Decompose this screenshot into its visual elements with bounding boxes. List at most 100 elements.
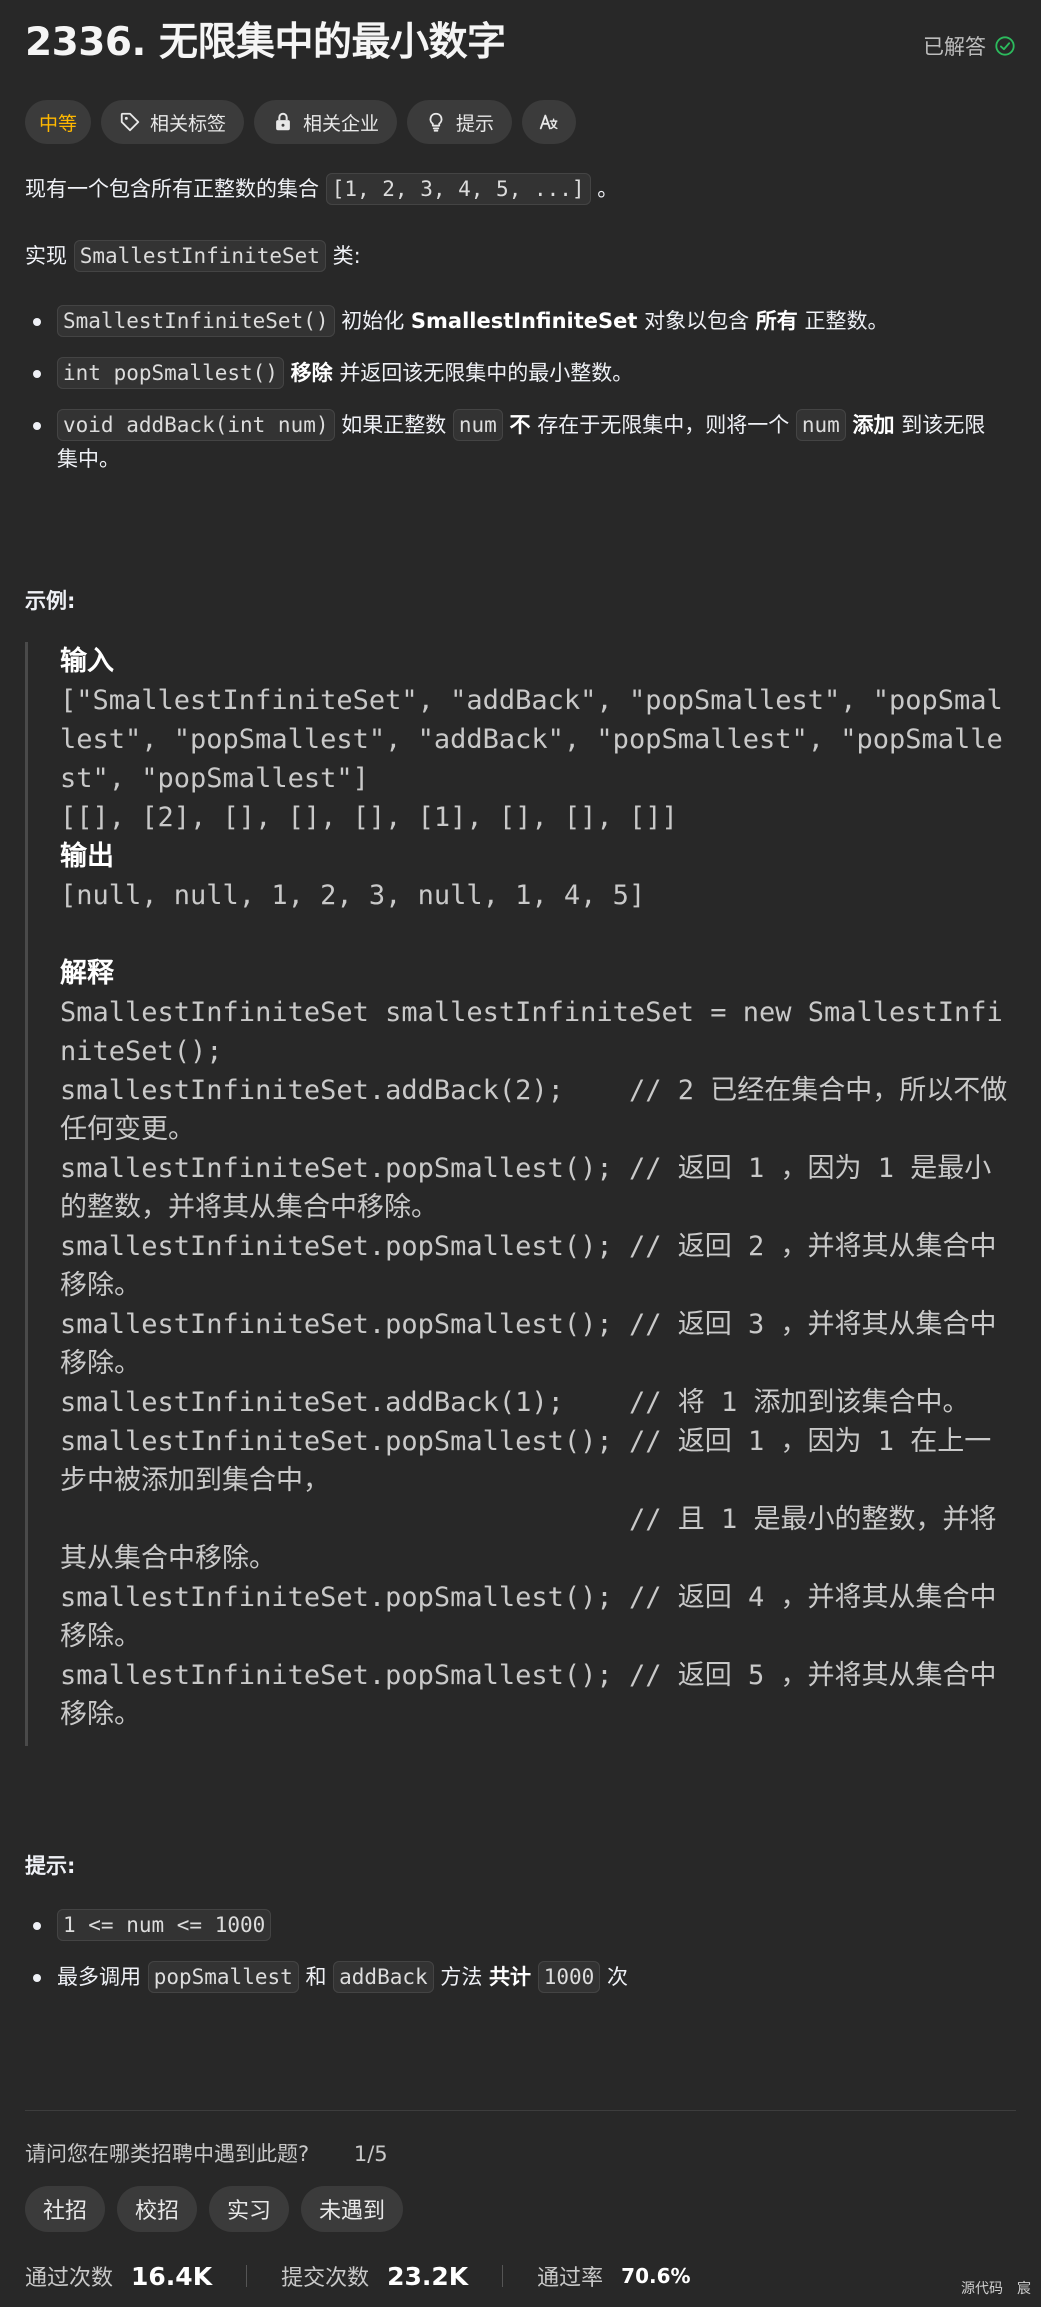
output-line: [null, null, 1, 2, 3, null, 1, 4, 5] [60, 880, 646, 911]
solved-status: 已解答 [923, 31, 1016, 61]
intro-text: 现有一个包含所有正整数的集合 [25, 177, 319, 201]
survey-question-text: 请问您在哪类招聘中遇到此题? [25, 2142, 310, 2166]
impl-end: 类: [332, 244, 361, 268]
related-companies-button[interactable]: 相关企业 [254, 100, 398, 144]
method-list: SmallestInfiniteSet() 初始化 SmallestInfini… [25, 304, 1005, 494]
text: 最多调用 [57, 1965, 141, 1989]
stats-bar: 通过次数 16.4K 提交次数 23.2K 通过率 70.6% [25, 2260, 691, 2292]
lock-icon [276, 112, 290, 131]
text: 对象以包含 [644, 309, 750, 333]
survey-option-none[interactable]: 未遇到 [301, 2186, 404, 2232]
tag-icon [120, 112, 140, 132]
divider [502, 2265, 504, 2287]
explain-line: smallestInfiniteSet.popSmallest(); // 返回… [60, 1426, 992, 1496]
list-item: SmallestInfiniteSet() 初始化 SmallestInfini… [25, 304, 1005, 338]
intro-end: 。 [597, 177, 619, 201]
explain-line: smallestInfiniteSet.popSmallest(); // 返回… [60, 1309, 997, 1379]
intro-code: [1, 2, 3, 4, 5, ...] [325, 173, 591, 205]
survey-option-campus[interactable]: 校招 [117, 2186, 198, 2232]
explain-line: smallestInfiniteSet.popSmallest(); // 返回… [60, 1153, 992, 1223]
impl-paragraph: 实现 SmallestInfiniteSet 类: [25, 240, 361, 272]
survey-option-intern[interactable]: 实习 [209, 2186, 290, 2232]
example-block: 输入 ["SmallestInfiniteSet", "addBack", "p… [25, 642, 1015, 1746]
accepted-value: 16.4K [131, 2261, 213, 2291]
translate-icon [539, 114, 558, 130]
explain-line: smallestInfiniteSet.popSmallest(); // 返回… [60, 1582, 997, 1652]
inline-code: popSmallest [147, 1961, 299, 1993]
impl-code: SmallestInfiniteSet [73, 240, 326, 272]
divider [25, 2110, 1016, 2111]
explain-line: smallestInfiniteSet.addBack(1); // 将 1 添… [60, 1387, 970, 1418]
problem-title: 2336. 无限集中的最小数字 [25, 20, 506, 65]
translate-button[interactable] [522, 100, 577, 144]
list-item: void addBack(int num) 如果正整数 num 不 存在于无限集… [25, 408, 1005, 476]
explain-label: 解释 [60, 958, 114, 989]
submissions-label: 提交次数 [281, 2266, 370, 2291]
constraints-heading: 提示: [25, 1854, 76, 1878]
hint-button[interactable]: 提示 [407, 100, 513, 144]
input-line: [[], [2], [], [], [], [1], [], [], []] [60, 802, 678, 833]
difficulty-badge[interactable]: 中等 [25, 100, 92, 144]
text: 正整数。 [804, 309, 889, 333]
inline-code: 1000 [537, 1961, 601, 1993]
example-heading: 示例: [25, 589, 76, 613]
difficulty-label: 中等 [39, 112, 78, 135]
solved-label: 已解答 [923, 35, 986, 59]
text: 如果正整数 [341, 413, 447, 437]
text: 和 [305, 1965, 327, 1989]
input-label: 输入 [60, 646, 114, 677]
list-item: int popSmallest() 移除 并返回该无限集中的最小整数。 [25, 356, 1005, 390]
survey-question: 请问您在哪类招聘中遇到此题? 1/5 [25, 2138, 388, 2168]
input-line: ["SmallestInfiniteSet", "addBack", "popS… [60, 685, 1003, 794]
bold-text: 所有 [755, 309, 798, 333]
inline-code: addBack [333, 1961, 434, 1993]
explain-line: smallestInfiniteSet.popSmallest(); // 返回… [60, 1231, 997, 1301]
related-tags-button[interactable]: 相关标签 [101, 100, 245, 144]
impl-text: 实现 [25, 244, 67, 268]
rate-label: 通过率 [537, 2266, 604, 2291]
text: 并返回该无限集中的最小整数。 [339, 361, 634, 385]
footer: 源代码 宸 [961, 2278, 1031, 2298]
method-code: int popSmallest() [57, 357, 284, 389]
accepted-label: 通过次数 [25, 2266, 114, 2291]
output-label: 输出 [60, 841, 114, 872]
text: 初始化 [341, 309, 405, 333]
submissions-value: 23.2K [387, 2261, 469, 2291]
inline-code: num [452, 409, 503, 441]
related-tags-label: 相关标签 [150, 112, 227, 135]
related-companies-label: 相关企业 [303, 112, 380, 135]
check-circle-icon [995, 36, 1015, 56]
constraints-list: 1 <= num <= 1000 最多调用 popSmallest 和 addB… [25, 1908, 1005, 2012]
survey-option-social[interactable]: 社招 [25, 2186, 106, 2232]
problem-tags: 中等 相关标签 相关企业 提示 [25, 100, 577, 144]
text: 次 [606, 1965, 628, 1989]
list-item: 1 <= num <= 1000 [25, 1908, 1005, 1942]
bold-text: 添加 [852, 413, 895, 437]
footer-source[interactable]: 源代码 [961, 2278, 1003, 2298]
text: 方法 [440, 1965, 483, 1989]
divider [246, 2265, 248, 2287]
hint-label: 提示 [456, 112, 495, 135]
intro-paragraph: 现有一个包含所有正整数的集合 [1, 2, 3, 4, 5, ...] 。 [25, 173, 619, 205]
bold-text: 共计 [489, 1965, 532, 1989]
explain-line: SmallestInfiniteSet smallestInfiniteSet … [60, 997, 1003, 1067]
title-row: 2336. 无限集中的最小数字 已解答 [25, 18, 1016, 68]
bold-text: SmallestInfiniteSet [410, 309, 638, 333]
explain-line: smallestInfiniteSet.popSmallest(); // 返回… [60, 1660, 997, 1730]
lightbulb-icon [429, 112, 443, 132]
text: 存在于无限集中，则将一个 [537, 413, 790, 437]
inline-code: num [795, 409, 846, 441]
survey-options: 社招 校招 实习 未遇到 [25, 2186, 404, 2232]
bold-text: 不 [509, 413, 531, 437]
constraint-code: 1 <= num <= 1000 [57, 1909, 272, 1941]
method-code: SmallestInfiniteSet() [57, 305, 335, 337]
explain-line: // 且 1 是最小的整数，并将其从集合中移除。 [60, 1504, 997, 1574]
list-item: 最多调用 popSmallest 和 addBack 方法 共计 1000 次 [25, 1960, 1005, 1994]
explain-line: smallestInfiniteSet.addBack(2); // 2 已经在… [60, 1075, 1008, 1145]
survey-page: 1/5 [353, 2142, 388, 2166]
rate-value: 70.6% [621, 2264, 691, 2288]
footer-extra: 宸 [1017, 2281, 1031, 2297]
bold-text: 移除 [290, 361, 333, 385]
method-code: void addBack(int num) [57, 409, 335, 441]
